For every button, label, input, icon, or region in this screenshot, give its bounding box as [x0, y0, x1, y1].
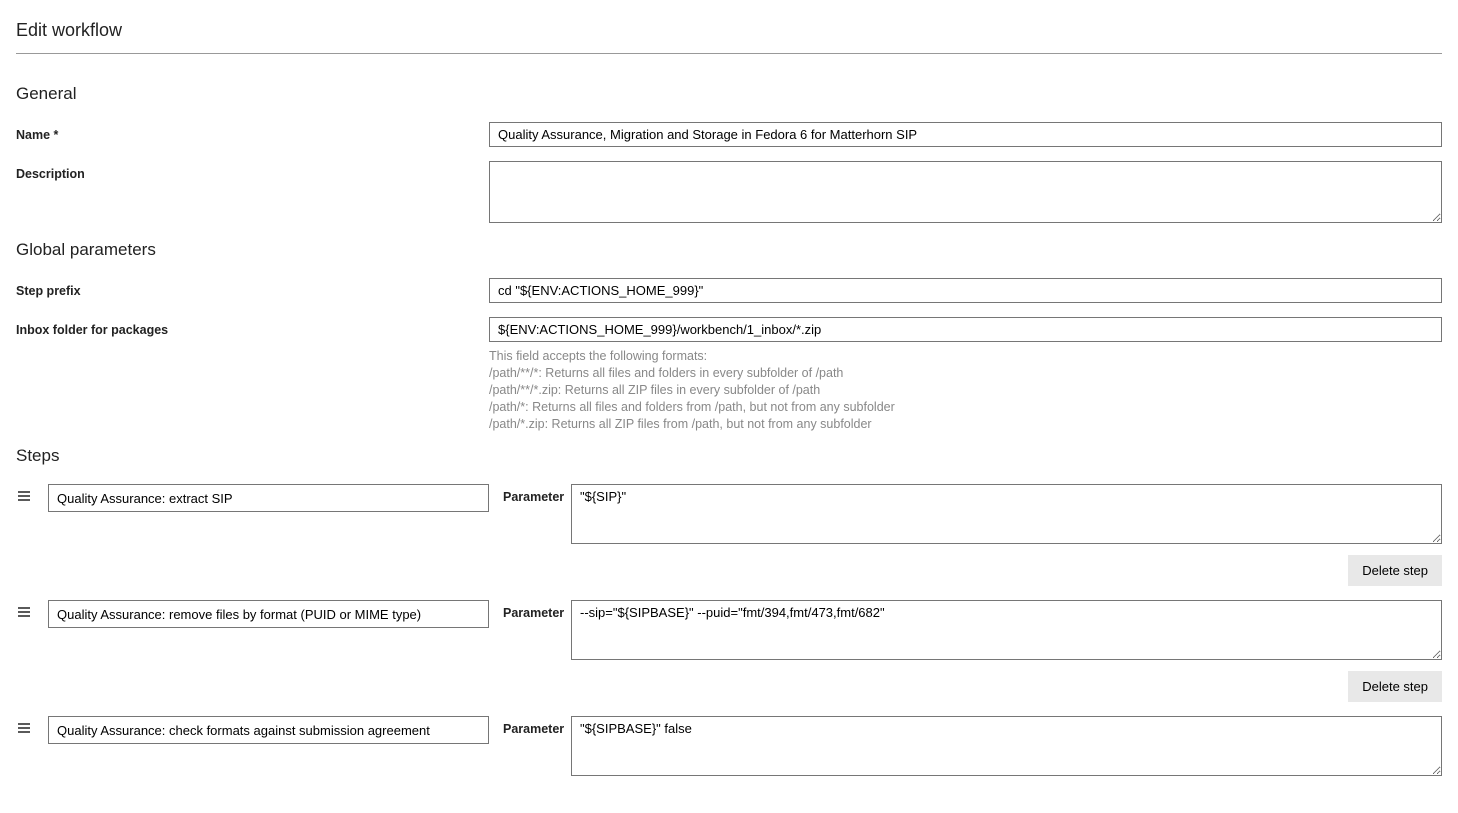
drag-handle-icon[interactable] — [16, 604, 32, 620]
description-textarea[interactable] — [489, 161, 1442, 223]
page-title: Edit workflow — [16, 20, 1442, 41]
inbox-input[interactable] — [489, 317, 1442, 342]
parameter-label: Parameter — [503, 716, 571, 736]
step-block: Parameter — [16, 716, 1442, 779]
step-block: Parameter Delete step — [16, 600, 1442, 702]
inbox-label: Inbox folder for packages — [16, 317, 489, 337]
step-name-input[interactable] — [48, 600, 489, 628]
name-input[interactable] — [489, 122, 1442, 147]
parameter-textarea[interactable] — [571, 600, 1442, 660]
delete-step-button[interactable]: Delete step — [1348, 555, 1442, 586]
step-name-input[interactable] — [48, 716, 489, 744]
parameter-label: Parameter — [503, 484, 571, 504]
step-block: Parameter Delete step — [16, 484, 1442, 586]
inbox-help-text: This field accepts the following formats… — [489, 348, 1442, 432]
step-name-input[interactable] — [48, 484, 489, 512]
drag-handle-icon[interactable] — [16, 488, 32, 504]
help-line: /path/*.zip: Returns all ZIP files from … — [489, 416, 1442, 433]
title-divider — [16, 53, 1442, 54]
help-line: /path/*: Returns all files and folders f… — [489, 399, 1442, 416]
delete-step-button[interactable]: Delete step — [1348, 671, 1442, 702]
step-prefix-label: Step prefix — [16, 278, 489, 298]
help-line: /path/**/*.zip: Returns all ZIP files in… — [489, 382, 1442, 399]
name-label: Name * — [16, 122, 489, 142]
parameter-textarea[interactable] — [571, 716, 1442, 776]
help-intro: This field accepts the following formats… — [489, 348, 1442, 365]
drag-handle-icon[interactable] — [16, 720, 32, 736]
global-params-heading: Global parameters — [16, 240, 1442, 260]
step-prefix-input[interactable] — [489, 278, 1442, 303]
steps-heading: Steps — [16, 446, 1442, 466]
general-heading: General — [16, 84, 1442, 104]
parameter-textarea[interactable] — [571, 484, 1442, 544]
help-line: /path/**/*: Returns all files and folder… — [489, 365, 1442, 382]
description-label: Description — [16, 161, 489, 181]
parameter-label: Parameter — [503, 600, 571, 620]
